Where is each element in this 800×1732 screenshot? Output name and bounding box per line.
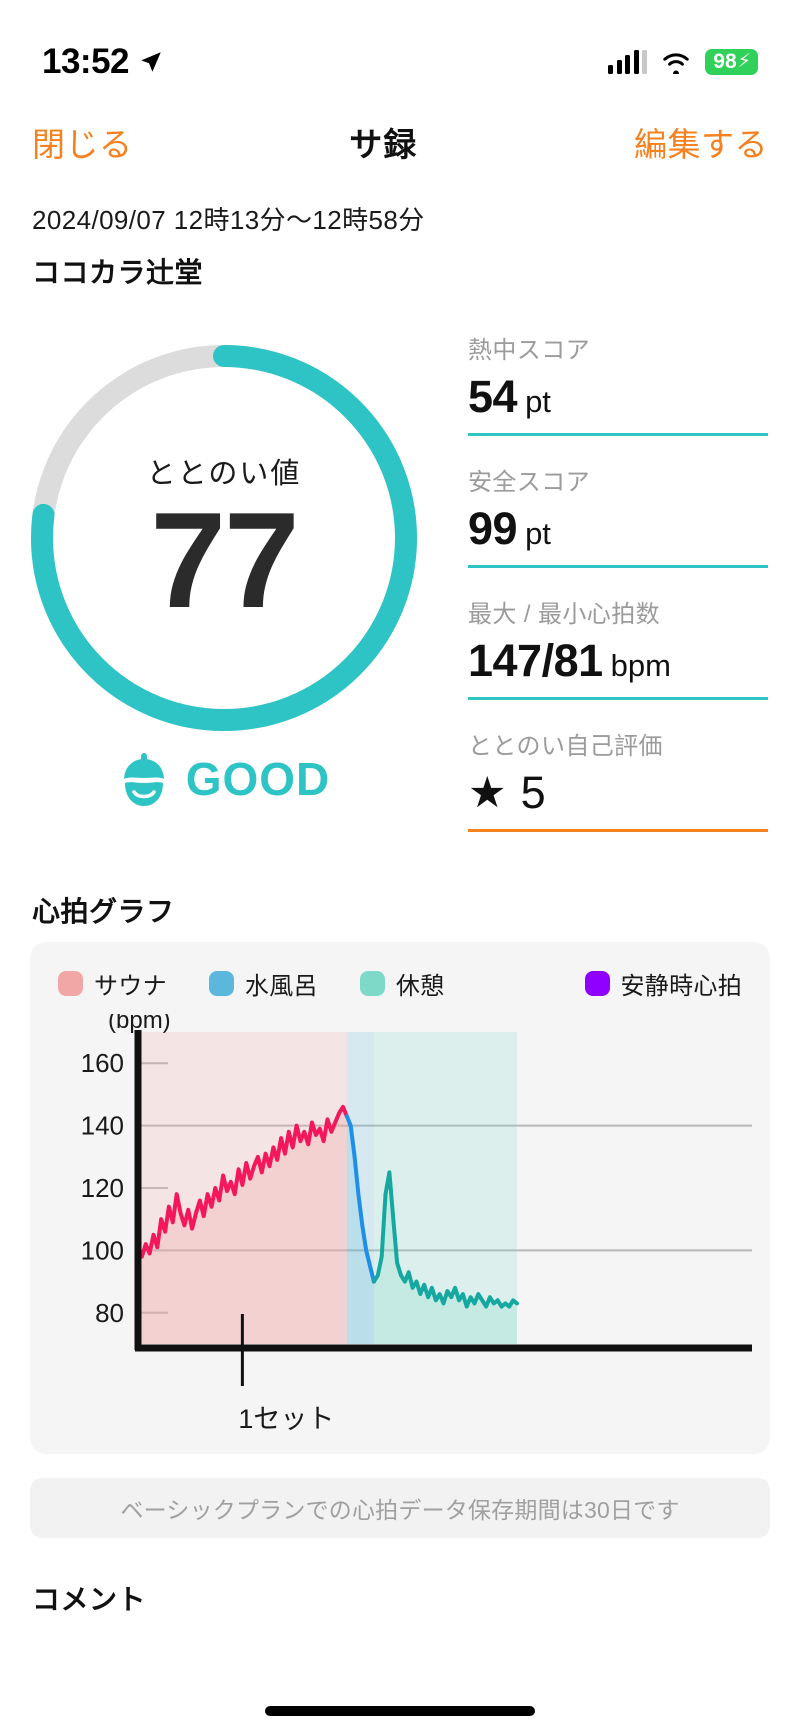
stat-label: 熱中スコア [468,337,590,364]
star-icon: ★ [468,768,507,817]
svg-text:80: 80 [95,1298,124,1328]
verdict-label: GOOD [185,753,331,805]
svg-text:120: 120 [81,1173,124,1203]
legend-label: 休憩 [395,973,445,1000]
legend-item-sauna: サウナ [58,966,167,1001]
legend-swatch [359,971,385,996]
cellular-signal-icon [608,50,648,74]
stat-unit: pt [525,516,551,551]
plan-note-banner: ベーシックプランでの心拍データ保存期間は30日です [30,1478,770,1538]
legend-swatch [584,971,610,996]
gauge-value: 77 [150,484,299,637]
legend-item-coldbath: 水風呂 [208,966,318,1001]
app-screen: 13:52 98 ⚡ 閉じる サ録 編集する 2024/09/07 12時13分〜… [0,0,800,1732]
stat-underline [468,829,768,832]
stat-underline [468,565,768,568]
location-arrow-icon [141,52,161,72]
stat-label: ととのい自己評価 [468,733,663,760]
battery-level-label: 98 [713,50,737,73]
legend-label: サウナ [94,973,167,1000]
stat-number: 147/81 [468,635,603,686]
session-meta: 2024/09/07 12時13分〜12時58分 ココカラ辻堂 [32,200,425,291]
chart-section-title: 心拍グラフ [32,896,175,927]
svg-text:160: 160 [81,1048,124,1078]
status-bar: 13:52 98 ⚡ [0,0,800,96]
verdict-row: GOOD [22,750,426,808]
svg-text:140: 140 [81,1111,124,1141]
svg-text:100: 100 [81,1235,124,1265]
lightning-bolt-icon: ⚡ [737,51,751,72]
stat-max-min-heart-rate: 最大 / 最小心拍数 147/81 bpm [468,594,768,700]
legend-item-rest: 休憩 [359,966,445,1001]
legend-swatch [58,971,83,996]
totonoi-gauge: ととのい値 77 [22,336,426,740]
session-date-range: 2024/09/07 12時13分〜12時58分 [32,205,425,235]
plan-note-text: ベーシックプランでの心拍データ保存期間は30日です [120,1497,680,1523]
stat-label: 安全スコア [468,469,590,496]
legend-item-resting-hr: 安静時心拍 [584,966,743,1001]
stat-heat-score: 熱中スコア 54 pt [468,330,768,436]
gauge-center-content: ととのい値 77 [22,336,426,740]
battery-indicator: 98 ⚡ [705,49,758,75]
status-bar-clock: 13:52 [42,42,130,81]
stat-number: 99 [468,503,518,554]
stat-label: 最大 / 最小心拍数 [468,601,661,628]
sauna-hat-mascot-icon [121,753,166,806]
stat-safety-score: 安全スコア 99 pt [468,462,768,568]
stat-underline [468,697,768,700]
stat-value-row: 54 pt [468,371,768,433]
close-button[interactable]: 閉じる [32,118,133,166]
svg-text:1セット: 1セット [238,1404,334,1434]
navigation-bar: 閉じる サ録 編集する [0,110,800,174]
status-bar-right: 98 ⚡ [608,49,758,75]
legend-label: 水風呂 [244,973,318,1000]
stats-list: 熱中スコア 54 pt 安全スコア 99 pt 最大 / 最小心拍数 147/8… [468,330,768,858]
status-bar-left: 13:52 [42,42,164,82]
legend-swatch [208,971,234,996]
wifi-icon [663,52,689,74]
legend-label: 安静時心拍 [620,973,742,1000]
edit-button[interactable]: 編集する [634,118,768,166]
page-title: サ録 [349,126,418,163]
comment-section-title: コメント [32,1584,147,1615]
stat-number: 54 [468,371,518,422]
summary-section: ととのい値 77 GOOD 熱中スコア 54 pt 安全スコア 99 pt 最大… [0,318,800,888]
stat-value-row: 147/81 bpm [468,635,768,697]
stat-self-rating[interactable]: ととのい自己評価 ★ 5 [468,726,768,832]
session-place-name: ココカラ辻堂 [32,257,204,288]
heart-rate-plot: 80 100 120 140 160 (bpm) 1セット [30,1014,770,1434]
home-indicator[interactable] [265,1706,535,1716]
stat-underline [468,433,768,436]
stat-number: 5 [520,767,546,818]
chart-legend: サウナ 水風呂 休憩 安静時心拍 [58,966,742,1001]
stat-unit: pt [525,384,551,419]
stat-value-row: 99 pt [468,503,768,565]
heart-rate-chart-card: サウナ 水風呂 休憩 安静時心拍 80 100 120 140 160 (bpm) 1セット [30,942,770,1454]
stat-value-row: ★ 5 [468,767,768,829]
stat-unit: bpm [610,648,671,683]
